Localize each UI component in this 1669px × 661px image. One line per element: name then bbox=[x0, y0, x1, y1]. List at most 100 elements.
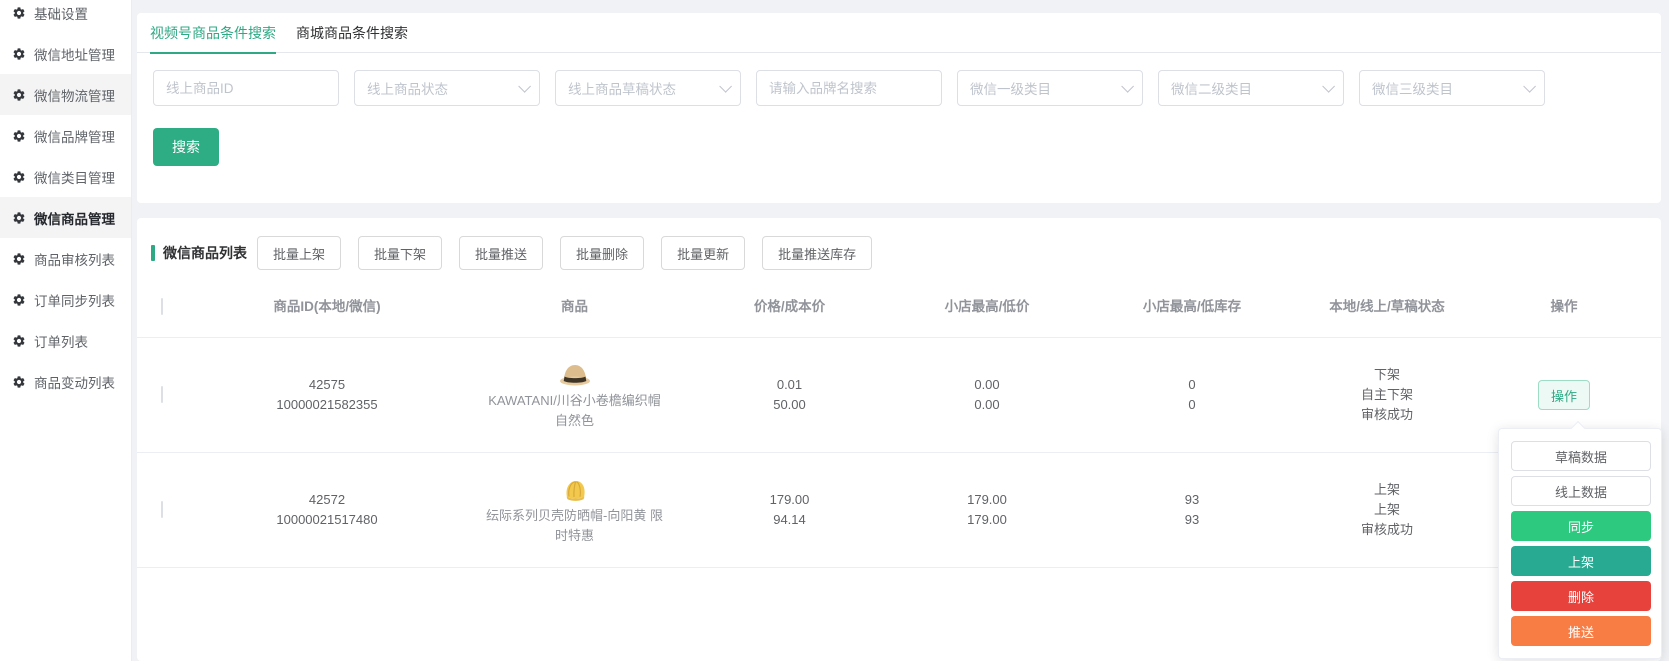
local-id: 42575 bbox=[308, 377, 346, 392]
sidebar-item-label: 订单同步列表 bbox=[34, 293, 115, 309]
gear-icon bbox=[13, 47, 25, 60]
sidebar-item-wechat-product[interactable]: 微信商品管理 bbox=[0, 197, 131, 238]
online-draft-status-select[interactable]: 线上商品草稿状态 bbox=[555, 70, 741, 106]
sidebar-item-label: 微信地址管理 bbox=[34, 47, 115, 63]
batch-delete-button[interactable]: 批量删除 bbox=[560, 236, 645, 270]
sidebar-item-label: 订单列表 bbox=[34, 334, 88, 350]
chevron-down-icon bbox=[719, 79, 732, 93]
gear-icon bbox=[13, 211, 25, 224]
sidebar-item-label: 微信品牌管理 bbox=[34, 129, 115, 145]
select-placeholder: 微信二级类目 bbox=[1171, 82, 1252, 97]
tab-mall-product-search[interactable]: 商城商品条件搜索 bbox=[296, 13, 408, 53]
product-image bbox=[559, 365, 590, 386]
list-title: 微信商品列表 bbox=[163, 245, 247, 261]
price-cost-cell: 179.00 94.14 bbox=[769, 492, 810, 527]
shop-price-cell: 179.00 179.00 bbox=[967, 492, 1007, 527]
online-data-button[interactable]: 线上数据 bbox=[1511, 476, 1651, 506]
gear-icon bbox=[13, 375, 25, 388]
search-button[interactable]: 搜索 bbox=[153, 128, 219, 166]
chevron-down-icon bbox=[1523, 79, 1536, 93]
table-header-row: 商品ID(本地/微信) 商品 价格/成本价 小店最高/低价 小店最高/低库存 本… bbox=[137, 276, 1661, 338]
sidebar-item-product-audit[interactable]: 商品审核列表 bbox=[0, 238, 131, 279]
delete-button[interactable]: 删除 bbox=[1511, 581, 1651, 611]
sidebar-item-label: 微信类目管理 bbox=[34, 170, 115, 186]
brand-name-input[interactable] bbox=[769, 80, 929, 96]
sidebar-item-basic-settings[interactable]: 基础设置 bbox=[0, 0, 131, 33]
sidebar-item-order-sync[interactable]: 订单同步列表 bbox=[0, 279, 131, 320]
select-placeholder: 线上商品状态 bbox=[367, 82, 448, 97]
shop-price-cell: 0.00 0.00 bbox=[974, 377, 1000, 412]
gear-icon bbox=[13, 88, 25, 101]
section-accent-bar bbox=[151, 245, 155, 261]
tab-label: 商城商品条件搜索 bbox=[296, 25, 408, 41]
shop-stock-cell: 0 0 bbox=[1188, 377, 1196, 412]
product-cell: 纭际系列贝壳防晒帽-向阳黄 限 时特惠 bbox=[467, 474, 682, 546]
product-name: KAWATANI/川谷小卷檐编织帽 自然色 bbox=[488, 393, 661, 428]
sidebar-item-label: 商品审核列表 bbox=[34, 252, 115, 268]
sidebar-item-label: 商品变动列表 bbox=[34, 375, 115, 391]
sidebar-item-order-list[interactable]: 订单列表 bbox=[0, 320, 131, 361]
online-product-id-field[interactable] bbox=[153, 70, 339, 106]
online-product-id-input[interactable] bbox=[166, 80, 326, 96]
batch-push-button[interactable]: 批量推送 bbox=[459, 236, 544, 270]
search-panel: 视频号商品条件搜索 商城商品条件搜索 线上商品状态 线上商品草稿状态 微信一级类… bbox=[137, 13, 1661, 203]
product-cell: KAWATANI/川谷小卷檐编织帽 自然色 bbox=[467, 359, 682, 431]
sidebar-item-label: 微信商品管理 bbox=[34, 211, 115, 227]
sidebar-item-wechat-category[interactable]: 微信类目管理 bbox=[0, 156, 131, 197]
brand-name-field[interactable] bbox=[756, 70, 942, 106]
push-button[interactable]: 推送 bbox=[1511, 616, 1651, 646]
sidebar-item-wechat-address[interactable]: 微信地址管理 bbox=[0, 33, 131, 74]
sidebar-item-label: 基础设置 bbox=[34, 6, 88, 22]
wechat-id: 10000021517480 bbox=[276, 512, 378, 527]
wechat-category-l1-select[interactable]: 微信一级类目 bbox=[957, 70, 1143, 106]
sidebar: 基础设置 微信地址管理 微信物流管理 微信品牌管理 微信类目管理 微信商品管理 … bbox=[0, 0, 132, 661]
price-cost-cell: 0.01 50.00 bbox=[773, 377, 806, 412]
wechat-category-l3-select[interactable]: 微信三级类目 bbox=[1359, 70, 1545, 106]
product-id-cell: 42575 10000021582355 bbox=[187, 375, 467, 415]
action-dropdown-menu: 草稿数据 线上数据 同步 上架 删除 推送 bbox=[1498, 420, 1662, 659]
col-status: 本地/线上/草稿状态 bbox=[1329, 298, 1445, 314]
gear-icon bbox=[13, 129, 25, 142]
online-product-status-select[interactable]: 线上商品状态 bbox=[354, 70, 540, 106]
select-all-checkbox[interactable] bbox=[161, 297, 163, 315]
sidebar-item-product-change[interactable]: 商品变动列表 bbox=[0, 361, 131, 402]
status-cell: 下架 自主下架 审核成功 bbox=[1360, 367, 1413, 422]
sync-button[interactable]: 同步 bbox=[1511, 511, 1651, 541]
product-table: 商品ID(本地/微信) 商品 价格/成本价 小店最高/低价 小店最高/低库存 本… bbox=[137, 276, 1661, 568]
table-row: 42575 10000021582355 KAWATANI/川谷小卷檐编织帽 自… bbox=[137, 338, 1661, 453]
sidebar-item-wechat-brand[interactable]: 微信品牌管理 bbox=[0, 115, 131, 156]
row-checkbox[interactable] bbox=[161, 386, 163, 403]
product-image bbox=[565, 481, 585, 501]
sidebar-item-wechat-logistics[interactable]: 微信物流管理 bbox=[0, 74, 131, 115]
sidebar-menu: 基础设置 微信地址管理 微信物流管理 微信品牌管理 微信类目管理 微信商品管理 … bbox=[0, 0, 131, 402]
batch-onshelf-button[interactable]: 批量上架 bbox=[257, 236, 342, 270]
gear-icon bbox=[13, 170, 25, 183]
local-id: 42572 bbox=[308, 492, 346, 507]
gear-icon bbox=[13, 334, 25, 347]
tab-video-product-search[interactable]: 视频号商品条件搜索 bbox=[150, 13, 276, 54]
chevron-down-icon bbox=[518, 79, 531, 93]
gear-icon bbox=[13, 293, 25, 306]
select-placeholder: 微信一级类目 bbox=[970, 82, 1051, 97]
batch-push-stock-button[interactable]: 批量推送库存 bbox=[762, 236, 873, 270]
select-placeholder: 微信三级类目 bbox=[1372, 82, 1453, 97]
wechat-category-l2-select[interactable]: 微信二级类目 bbox=[1158, 70, 1344, 106]
chevron-down-icon bbox=[1322, 79, 1335, 93]
status-cell: 上架 上架 审核成功 bbox=[1360, 482, 1413, 537]
onshelf-button[interactable]: 上架 bbox=[1511, 546, 1651, 576]
batch-offshelf-button[interactable]: 批量下架 bbox=[358, 236, 443, 270]
draft-data-button[interactable]: 草稿数据 bbox=[1511, 441, 1651, 471]
chevron-down-icon bbox=[1121, 79, 1134, 93]
gear-icon bbox=[13, 6, 25, 19]
row-checkbox[interactable] bbox=[161, 501, 163, 518]
col-shop-stock: 小店最高/低库存 bbox=[1142, 298, 1242, 314]
col-product-id: 商品ID(本地/微信) bbox=[273, 298, 381, 314]
row-action-button[interactable]: 操作 bbox=[1538, 380, 1590, 410]
gear-icon bbox=[13, 252, 25, 265]
sidebar-item-label: 微信物流管理 bbox=[34, 88, 115, 104]
batch-update-button[interactable]: 批量更新 bbox=[661, 236, 746, 270]
tab-label: 视频号商品条件搜索 bbox=[150, 25, 276, 41]
product-list-panel: 微信商品列表 批量上架 批量下架 批量推送 批量删除 批量更新 批量推送库存 商… bbox=[137, 218, 1661, 661]
col-price-cost: 价格/成本价 bbox=[753, 298, 826, 314]
table-row: 42572 10000021517480 纭际系列贝壳防晒帽-向阳黄 限 时特惠… bbox=[137, 453, 1661, 568]
